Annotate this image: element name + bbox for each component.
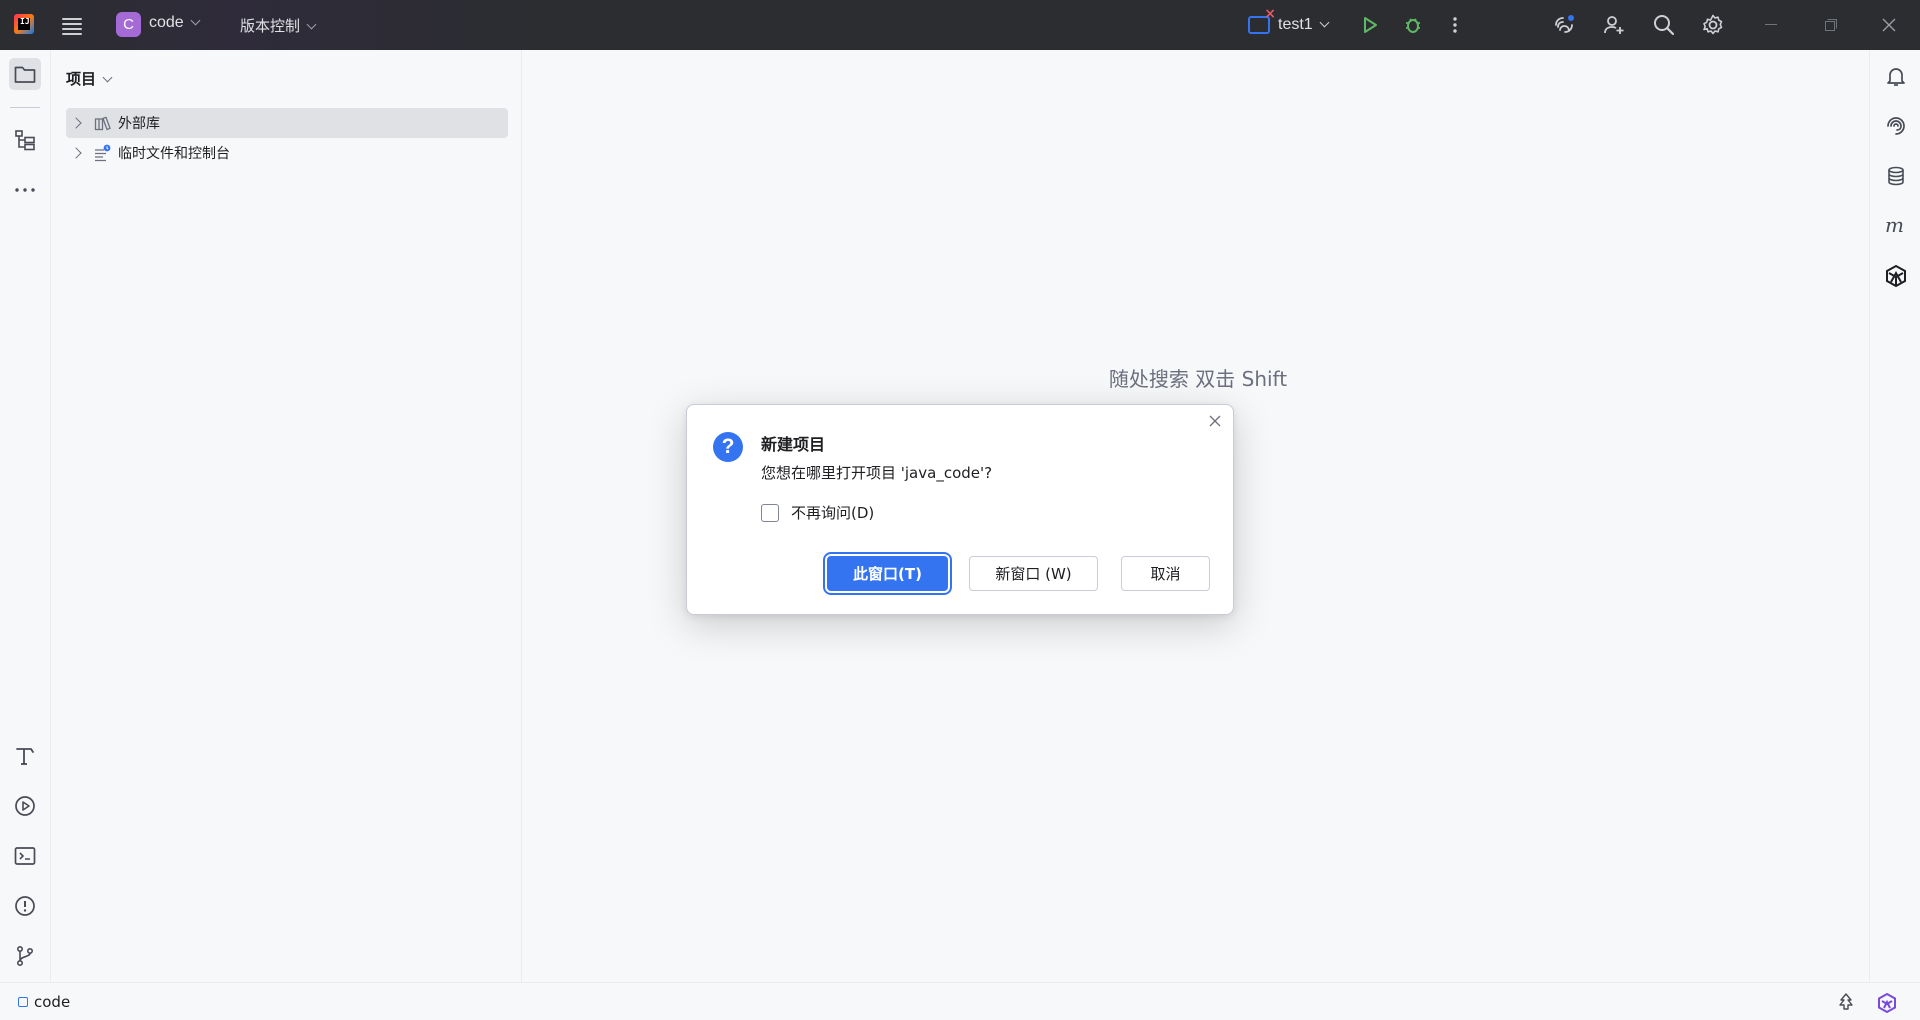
- checkbox-label: 不再询问(D): [791, 504, 875, 522]
- close-window-icon[interactable]: [1874, 14, 1904, 36]
- project-tool-icon[interactable]: [9, 58, 41, 90]
- status-bar: code: [0, 982, 1920, 1020]
- ai-chat-icon[interactable]: [1882, 112, 1910, 140]
- title-bar: IJ C code 版本控制 test1: [0, 0, 1920, 50]
- svg-text:m: m: [1885, 216, 1904, 236]
- services-run-icon[interactable]: [9, 790, 41, 822]
- vcs-menu[interactable]: 版本控制: [240, 15, 317, 36]
- problems-icon[interactable]: [9, 890, 41, 922]
- maven-icon[interactable]: m: [1882, 212, 1910, 240]
- run-config-label: test1: [1278, 16, 1313, 33]
- expand-arrow-icon[interactable]: [70, 117, 82, 129]
- debug-icon[interactable]: [1400, 12, 1426, 38]
- settings-gear-icon[interactable]: [1700, 12, 1726, 38]
- more-tools-icon[interactable]: [9, 174, 41, 206]
- open-project-dialog: ? 新建项目 您想在哪里打开项目 'java_code'? 不再询问(D) 此窗…: [686, 404, 1234, 615]
- scratches-icon: [95, 144, 111, 162]
- git-branch-icon[interactable]: [9, 940, 41, 972]
- status-crumb-label: code: [34, 993, 71, 1011]
- plugin-status-icon[interactable]: [1876, 992, 1898, 1018]
- project-view-selector[interactable]: 项目: [66, 68, 113, 89]
- project-name: code: [149, 14, 184, 31]
- dialog-message: 您想在哪里打开项目 'java_code'?: [761, 464, 993, 482]
- module-icon: [18, 997, 28, 1007]
- checkbox-box[interactable]: [761, 503, 779, 522]
- tree-node-scratches[interactable]: 临时文件和控制台: [66, 138, 508, 168]
- chevron-down-icon: [190, 15, 201, 26]
- new-window-button[interactable]: 新窗口 (W): [969, 556, 1098, 591]
- restore-icon[interactable]: [1816, 14, 1846, 36]
- chevron-down-icon: [102, 72, 113, 83]
- chevron-down-icon: [1319, 17, 1330, 27]
- project-tool-window: 项目 外部库 临时文件和控制台: [52, 50, 522, 982]
- search-icon[interactable]: [1651, 12, 1677, 38]
- tree-node-label: 外部库: [118, 116, 160, 132]
- strip-divider: [10, 107, 40, 108]
- tree-node-label: 临时文件和控制台: [118, 146, 230, 162]
- library-icon: [94, 116, 111, 131]
- cancel-button[interactable]: 取消: [1121, 556, 1210, 591]
- inspection-widget-icon[interactable]: [1836, 992, 1856, 1016]
- run-icon[interactable]: [1357, 12, 1383, 38]
- structure-tool-icon[interactable]: [9, 124, 41, 156]
- vcs-label: 版本控制: [240, 17, 301, 35]
- more-actions-icon[interactable]: [1442, 12, 1468, 38]
- dialog-title: 新建项目: [761, 435, 826, 454]
- run-config-selector[interactable]: test1: [1248, 6, 1330, 40]
- ai-assistant-icon[interactable]: [1551, 12, 1577, 38]
- chevron-down-icon: [306, 19, 317, 30]
- project-switcher[interactable]: code: [149, 14, 201, 32]
- terminal-icon[interactable]: [9, 840, 41, 872]
- panel-title: 项目: [66, 70, 97, 88]
- add-user-icon[interactable]: [1601, 12, 1627, 38]
- dont-ask-again-checkbox[interactable]: 不再询问(D): [761, 502, 874, 523]
- status-breadcrumb[interactable]: code: [18, 993, 70, 1011]
- notifications-bell-icon[interactable]: [1882, 62, 1910, 90]
- minimize-icon[interactable]: [1757, 14, 1787, 36]
- right-tool-strip: m: [1869, 50, 1920, 982]
- build-hammer-icon[interactable]: [9, 740, 41, 772]
- expand-arrow-icon[interactable]: [70, 147, 82, 159]
- plugin-helm-icon[interactable]: [1882, 262, 1910, 290]
- main-menu-icon[interactable]: [62, 15, 84, 35]
- app-logo-icon[interactable]: IJ: [14, 14, 34, 34]
- close-icon[interactable]: [1205, 411, 1225, 431]
- tree-node-external-libraries[interactable]: 外部库: [66, 108, 508, 138]
- project-badge[interactable]: C: [116, 12, 141, 37]
- search-everywhere-hint: 随处搜索 双击 Shift: [1108, 367, 1288, 391]
- question-icon: ?: [713, 432, 743, 462]
- this-window-button[interactable]: 此窗口(T): [827, 556, 948, 591]
- left-tool-strip: [0, 50, 51, 982]
- database-icon[interactable]: [1882, 162, 1910, 190]
- run-config-error-icon: [1248, 6, 1276, 34]
